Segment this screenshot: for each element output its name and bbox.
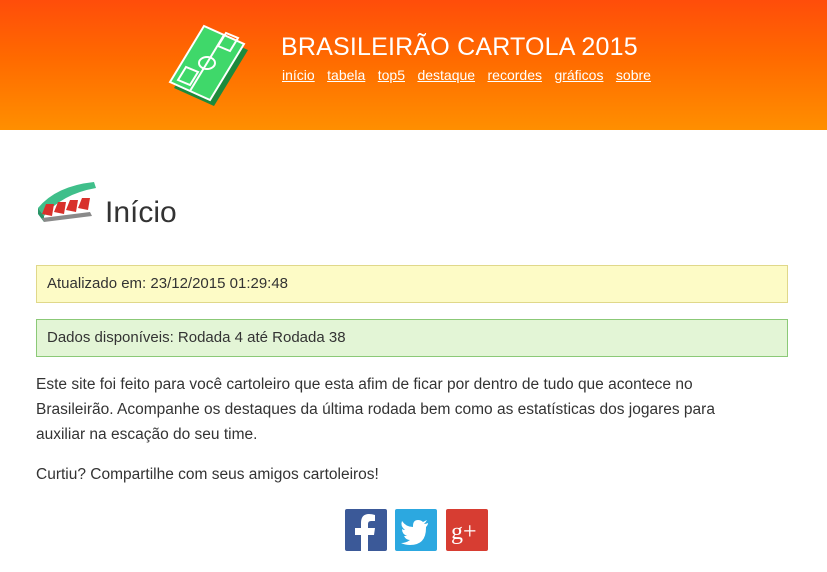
soccer-field-icon[interactable] bbox=[168, 20, 252, 110]
share-buttons: g+ bbox=[345, 509, 492, 551]
site-title: BRASILEIRÃO CARTOLA 2015 bbox=[281, 33, 638, 61]
nav-inicio[interactable]: início bbox=[282, 67, 315, 83]
main-content: Início Atualizado em: 23/12/2015 01:29:4… bbox=[36, 130, 788, 551]
facebook-share-button[interactable] bbox=[345, 509, 387, 551]
nav-graficos[interactable]: gráficos bbox=[554, 67, 603, 83]
page-title: Início bbox=[105, 196, 177, 229]
nav-tabela[interactable]: tabela bbox=[327, 67, 365, 83]
google-plus-icon: g+ bbox=[451, 519, 477, 545]
site-header: BRASILEIRÃO CARTOLA 2015 início tabela t… bbox=[0, 0, 827, 130]
data-range-alert: Dados disponíveis: Rodada 4 até Rodada 3… bbox=[36, 319, 788, 357]
nav-recordes[interactable]: recordes bbox=[488, 67, 542, 83]
stadium-seats-icon bbox=[36, 178, 98, 224]
page-heading: Início bbox=[36, 130, 788, 248]
share-cta: Curtiu? Compartilhe com seus amigos cart… bbox=[36, 466, 379, 483]
nav-destaque[interactable]: destaque bbox=[417, 67, 475, 83]
svg-text:g+: g+ bbox=[451, 519, 477, 545]
nav-sobre[interactable]: sobre bbox=[616, 67, 651, 83]
twitter-icon bbox=[401, 520, 429, 545]
nav-top5[interactable]: top5 bbox=[378, 67, 405, 83]
intro-text: Este site foi feito para você cartoleiro… bbox=[36, 376, 715, 443]
twitter-share-button[interactable] bbox=[395, 509, 438, 551]
main-nav: início tabela top5 destaque recordes grá… bbox=[282, 67, 659, 85]
facebook-icon bbox=[355, 514, 375, 551]
updated-alert: Atualizado em: 23/12/2015 01:29:48 bbox=[36, 265, 788, 303]
google-plus-share-button[interactable]: g+ bbox=[445, 509, 488, 551]
